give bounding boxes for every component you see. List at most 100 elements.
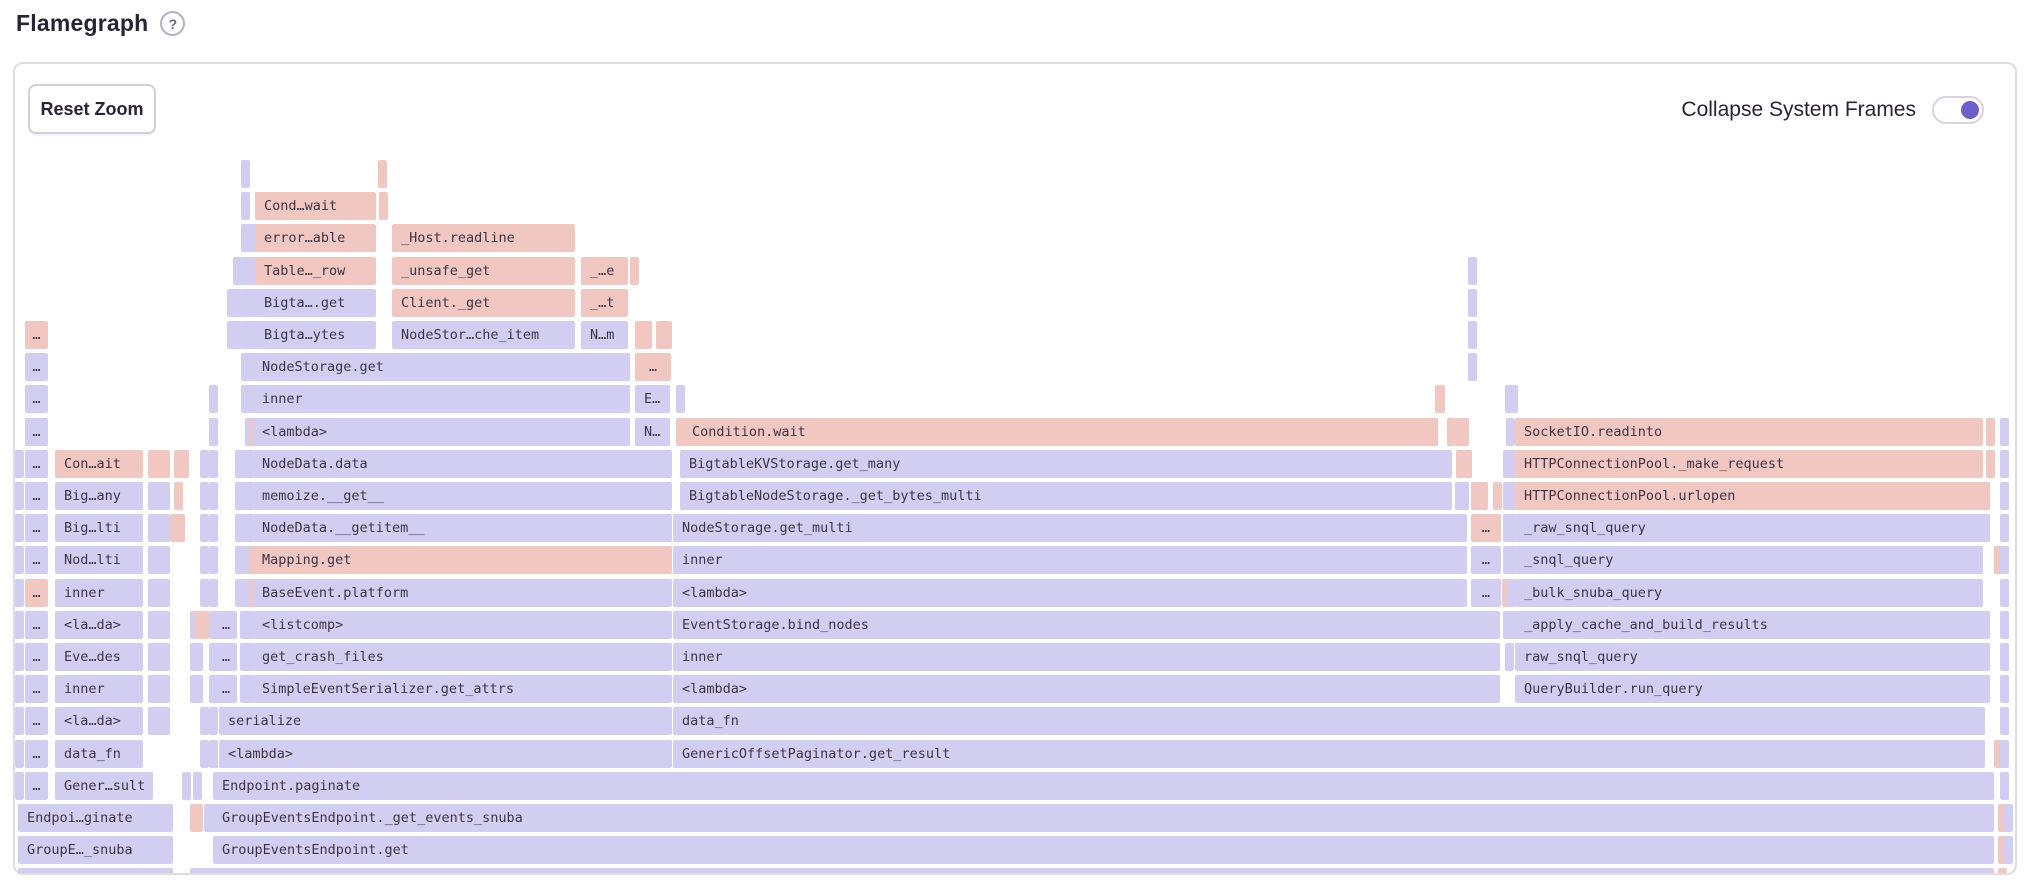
flame-frame-sliver[interactable] (2000, 611, 2009, 639)
flame-frame-sliver[interactable] (1460, 418, 1469, 446)
flame-frame[interactable]: Big…lti (55, 514, 143, 542)
flame-frame-sliver[interactable] (241, 160, 250, 188)
flame-frame-sliver[interactable] (379, 192, 388, 220)
flame-frame-sliver[interactable] (148, 579, 170, 607)
flame-frame[interactable]: data_fn (673, 707, 1985, 735)
flame-frame-sliver[interactable]: … (25, 482, 48, 510)
flame-frame-sliver[interactable] (194, 643, 203, 671)
flame-frame-sliver[interactable] (15, 675, 24, 703)
flame-frame[interactable]: Gener…sult (55, 772, 153, 800)
flame-frame[interactable]: Condition.wait (683, 418, 1438, 446)
flame-frame-sliver[interactable] (2000, 643, 2009, 671)
flame-frame-sliver[interactable] (1435, 385, 1445, 413)
flame-frame[interactable]: _raw_snql_query (1515, 514, 1990, 542)
flame-frame-sliver[interactable]: … (215, 611, 237, 639)
flame-frame-sliver[interactable] (15, 772, 24, 800)
flame-frame[interactable]: serialize (219, 707, 672, 735)
flame-frame-sliver[interactable] (1471, 482, 1488, 510)
reset-zoom-button[interactable]: Reset Zoom (28, 84, 156, 134)
flame-frame[interactable]: _Host.readline (392, 224, 575, 252)
flame-frame-sliver[interactable] (2000, 546, 2009, 574)
flame-frame[interactable]: Cond…wait (255, 192, 376, 220)
flame-frame-sliver[interactable] (15, 707, 24, 735)
flame-frame-sliver[interactable] (1468, 289, 1477, 317)
flame-frame-sliver[interactable]: … (25, 740, 48, 768)
flame-frame[interactable]: Bigta…ytes (255, 321, 376, 349)
flame-frame[interactable]: BaseEvent.platform (253, 579, 672, 607)
flame-frame-sliver[interactable] (200, 546, 209, 574)
flame-frame[interactable]: _…t (581, 289, 628, 317)
flame-frame-sliver[interactable]: … (25, 353, 48, 381)
flame-frame-sliver[interactable] (15, 579, 24, 607)
flame-frame-sliver[interactable] (148, 514, 170, 542)
flame-frame[interactable]: inner (673, 643, 1500, 671)
flame-frame-sliver[interactable] (209, 385, 218, 413)
flame-frame-sliver[interactable] (2000, 675, 2009, 703)
flame-frame-sliver[interactable] (676, 385, 685, 413)
flame-frame-sliver[interactable] (2000, 482, 2009, 510)
flame-frame-sliver[interactable] (378, 160, 387, 188)
flame-frame-sliver[interactable] (15, 740, 24, 768)
flame-frame-sliver[interactable] (2004, 836, 2013, 864)
flame-frame[interactable]: inner (253, 385, 630, 413)
flame-frame-sliver[interactable] (148, 611, 170, 639)
flame-frame[interactable]: BigtableNodeStorage._get_bytes_multi (680, 482, 1452, 510)
flame-frame[interactable]: error…able (255, 224, 376, 252)
flame-frame-sliver[interactable] (190, 868, 1994, 873)
flame-frame-sliver[interactable] (630, 257, 639, 285)
flame-frame-sliver[interactable] (148, 450, 170, 478)
flame-frame[interactable]: SocketIO.readinto (1515, 418, 1983, 446)
flame-frame[interactable]: _snql_query (1515, 546, 1983, 574)
flame-frame-sliver[interactable] (180, 450, 189, 478)
flame-frame-sliver[interactable]: … (25, 546, 48, 574)
flame-frame-sliver[interactable] (170, 514, 185, 542)
flame-frame-sliver[interactable] (1468, 321, 1477, 349)
flame-frame[interactable]: _…e (581, 257, 628, 285)
flame-frame-sliver[interactable] (190, 804, 203, 832)
flame-frame[interactable]: Bigta….get (255, 289, 376, 317)
flame-frame[interactable]: _bulk_snuba_query (1515, 579, 1983, 607)
flame-frame-sliver[interactable] (2000, 707, 2009, 735)
flame-frame-sliver[interactable] (1493, 482, 1502, 510)
flame-frame-sliver[interactable] (200, 579, 209, 607)
flame-frame[interactable]: NodeData.data (253, 450, 672, 478)
flame-frame-sliver[interactable] (209, 740, 218, 768)
flame-frame[interactable]: Nod…lti (55, 546, 143, 574)
flame-frame[interactable]: Endpoint.paginate (213, 772, 1994, 800)
flame-frame[interactable]: Endpoi…ginate (18, 804, 173, 832)
flame-frame-sliver[interactable] (148, 482, 170, 510)
flame-frame-sliver[interactable] (182, 772, 191, 800)
flame-frame[interactable]: NodeStorage.get_multi (673, 514, 1467, 542)
flame-frame-sliver[interactable] (2000, 418, 2009, 446)
flame-frame-sliver[interactable] (200, 514, 209, 542)
flame-frame-sliver[interactable]: … (1471, 579, 1501, 607)
flame-frame-sliver[interactable]: … (25, 418, 48, 446)
flame-frame[interactable]: NodeStor…che_item (392, 321, 575, 349)
flame-frame-sliver[interactable] (635, 321, 652, 349)
flame-frame-sliver[interactable] (2000, 772, 2009, 800)
flame-frame-sliver[interactable] (15, 450, 24, 478)
flame-frame[interactable]: inner (55, 675, 143, 703)
flame-frame-sliver[interactable]: … (25, 385, 48, 413)
flame-frame[interactable]: Mapping.get (253, 546, 672, 574)
flame-frame[interactable]: Table…_row (255, 257, 376, 285)
flame-frame-sliver[interactable] (209, 514, 218, 542)
flame-frame[interactable]: Con…ait (55, 450, 143, 478)
flame-frame-sliver[interactable] (1468, 353, 1477, 381)
flame-frame[interactable]: raw_snql_query (1515, 643, 1990, 671)
flame-frame-sliver[interactable] (1998, 868, 2007, 873)
flame-frame[interactable]: NodeData.__getitem__ (253, 514, 672, 542)
flame-frame-sliver[interactable] (209, 546, 218, 574)
flame-frame[interactable]: EventStorage.bind_nodes (673, 611, 1500, 639)
flame-frame[interactable]: <la…da> (55, 707, 143, 735)
flame-frame[interactable]: <lambda> (673, 675, 1500, 703)
flame-frame-sliver[interactable]: … (25, 321, 48, 349)
flame-frame[interactable]: GroupE…_snuba (18, 836, 173, 864)
flame-frame[interactable]: GenericOffsetPaginator.get_result (673, 740, 1985, 768)
flame-frame[interactable]: _unsafe_get (392, 257, 575, 285)
flame-frame-sliver[interactable] (2000, 579, 2009, 607)
flame-frame[interactable]: <lambda> (219, 740, 672, 768)
flame-frame-sliver[interactable] (209, 707, 218, 735)
flame-frame[interactable]: NodeStorage.get (253, 353, 630, 381)
flame-frame-sliver[interactable] (15, 643, 24, 671)
